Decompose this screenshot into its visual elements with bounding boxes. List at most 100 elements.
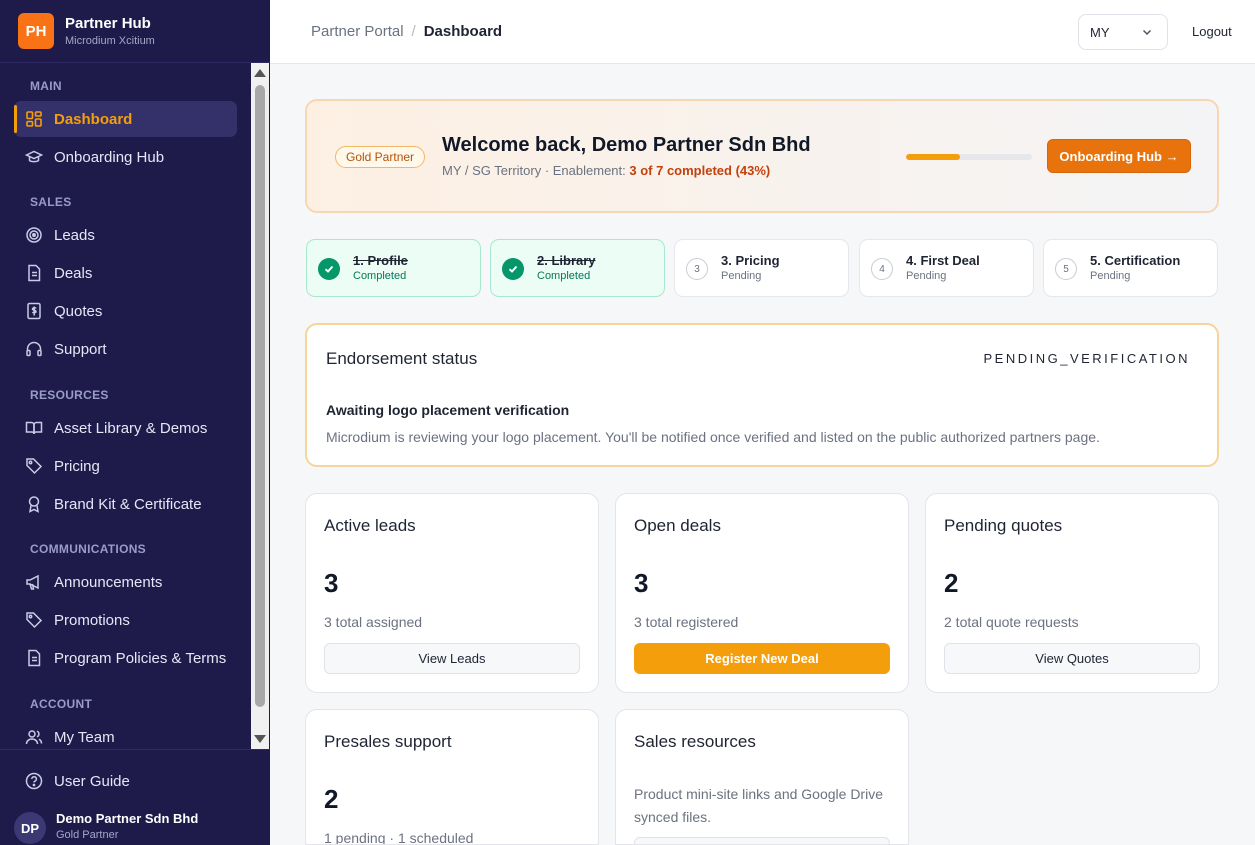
avatar[interactable]: DP xyxy=(14,812,46,844)
step-status: Pending xyxy=(721,270,762,282)
step-title: 1. Profile xyxy=(353,253,408,268)
sidebar-item-program-policies[interactable]: Program Policies & Terms xyxy=(14,640,237,676)
card-title: Sales resources xyxy=(634,732,756,751)
dollar-receipt-icon xyxy=(24,301,44,321)
card-count: 3 xyxy=(634,568,649,598)
scroll-down-arrow-icon[interactable] xyxy=(254,735,266,743)
region-value: MY xyxy=(1090,24,1110,40)
sidebar-item-label: Program Policies & Terms xyxy=(54,649,227,667)
card-title: Open deals xyxy=(634,516,721,535)
award-icon xyxy=(24,494,44,514)
sidebar-item-deals[interactable]: Deals xyxy=(14,255,237,291)
sidebar-footer: User Guide DP Demo Partner Sdn Bhd Gold … xyxy=(0,749,270,845)
sidebar-item-dashboard[interactable]: Dashboard xyxy=(14,101,237,137)
welcome-title: Welcome back, Demo Partner Sdn Bhd xyxy=(442,134,811,156)
breadcrumb-current: Dashboard xyxy=(423,23,503,40)
sidebar-item-pricing[interactable]: Pricing xyxy=(14,448,237,484)
step-status: Completed xyxy=(537,270,591,282)
breadcrumb-separator: / xyxy=(411,23,416,40)
sidebar: PH Partner Hub Microdium Xcitium MAIN Da… xyxy=(0,0,270,845)
sales-resources-card: Sales resources Product mini-site links … xyxy=(615,709,909,845)
section-communications: COMMUNICATIONS xyxy=(30,542,146,556)
top-bar: Partner Portal / Dashboard MY Logout xyxy=(270,0,1255,64)
welcome-subtitle: MY / SG Territory · Enablement: 3 of 7 c… xyxy=(442,163,770,178)
card-description: Product mini-site links and Google Drive… xyxy=(634,786,883,825)
document-icon xyxy=(24,648,44,668)
endorsement-title: Endorsement status xyxy=(326,349,478,368)
document-icon xyxy=(24,263,44,283)
card-subtitle: 2 total quote requests xyxy=(944,614,1079,630)
scroll-up-arrow-icon[interactable] xyxy=(254,69,266,77)
brand-logo: PH xyxy=(18,13,54,49)
view-quotes-button[interactable]: View Quotes xyxy=(944,643,1200,674)
welcome-banner: Gold Partner Welcome back, Demo Partner … xyxy=(305,99,1219,213)
active-leads-card: Active leads 3 3 total assigned View Lea… xyxy=(305,493,599,693)
onboarding-step-pricing[interactable]: 3 3. Pricing Pending xyxy=(674,239,849,297)
check-icon xyxy=(502,258,524,280)
sidebar-item-my-team[interactable]: My Team xyxy=(14,719,237,749)
partner-tier-badge: Gold Partner xyxy=(335,146,426,168)
sales-resources-button[interactable] xyxy=(634,837,890,844)
section-resources: RESOURCES xyxy=(30,388,109,402)
card-count: 3 xyxy=(324,568,339,598)
user-guide-link[interactable]: User Guide xyxy=(14,763,237,799)
logout-button[interactable]: Logout xyxy=(1192,24,1232,39)
user-guide-label: User Guide xyxy=(54,772,130,790)
step-title: 4. First Deal xyxy=(906,253,980,268)
endorsement-heading: Awaiting logo placement verification xyxy=(326,402,570,418)
sidebar-item-leads[interactable]: Leads xyxy=(14,217,237,253)
sidebar-item-label: Onboarding Hub xyxy=(54,148,165,166)
help-circle-icon xyxy=(24,771,44,791)
onboarding-step-certification[interactable]: 5 5. Certification Pending xyxy=(1043,239,1218,297)
sidebar-item-announcements[interactable]: Announcements xyxy=(14,564,237,600)
presales-support-card: Presales support 2 1 pending · 1 schedul… xyxy=(305,709,599,845)
card-subtitle: 3 total registered xyxy=(634,614,739,630)
sidebar-item-label: Quotes xyxy=(54,302,103,320)
onboarding-step-first-deal[interactable]: 4 4. First Deal Pending xyxy=(859,239,1034,297)
sidebar-item-label: Leads xyxy=(54,226,95,244)
view-leads-button[interactable]: View Leads xyxy=(324,643,580,674)
sidebar-item-onboarding-hub[interactable]: Onboarding Hub xyxy=(14,139,237,175)
section-account: ACCOUNT xyxy=(30,697,93,711)
onboarding-step-library[interactable]: 2. Library Completed xyxy=(490,239,665,297)
region-select[interactable]: MY xyxy=(1078,14,1168,50)
step-status: Completed xyxy=(353,270,407,282)
card-subtitle: 1 pending · 1 scheduled xyxy=(324,830,474,845)
sidebar-item-label: Pricing xyxy=(54,457,100,475)
step-number: 4 xyxy=(871,258,893,280)
users-icon xyxy=(24,727,44,747)
enablement-progress-bar xyxy=(906,154,1032,160)
sidebar-item-quotes[interactable]: Quotes xyxy=(14,293,237,329)
sidebar-nav: MAIN Dashboard Onboarding Hub SALES Lead… xyxy=(0,63,270,749)
step-title: 5. Certification xyxy=(1090,253,1181,268)
sidebar-item-label: Brand Kit & Certificate xyxy=(54,495,202,513)
endorsement-status-card: Endorsement status PENDING_VERIFICATION … xyxy=(305,323,1219,467)
sidebar-item-brand-kit[interactable]: Brand Kit & Certificate xyxy=(14,486,237,522)
sidebar-item-support[interactable]: Support xyxy=(14,331,237,367)
endorsement-description: Microdium is reviewing your logo placeme… xyxy=(326,429,1100,445)
sidebar-item-label: Deals xyxy=(54,264,93,282)
sidebar-item-asset-library[interactable]: Asset Library & Demos xyxy=(14,410,237,446)
sidebar-item-label: Support xyxy=(54,340,107,358)
onboarding-step-profile[interactable]: 1. Profile Completed xyxy=(306,239,481,297)
brand-subtitle: Microdium Xcitium xyxy=(65,35,155,47)
register-new-deal-button[interactable]: Register New Deal xyxy=(634,643,890,674)
breadcrumb-root[interactable]: Partner Portal xyxy=(311,23,404,40)
brand-title: Partner Hub xyxy=(65,15,151,32)
tag-icon xyxy=(24,456,44,476)
enablement-progress-fill xyxy=(906,154,961,160)
section-sales: SALES xyxy=(30,195,72,209)
scrollbar-thumb[interactable] xyxy=(255,85,265,707)
dashboard-icon xyxy=(24,109,44,129)
megaphone-icon xyxy=(24,572,44,592)
card-title: Pending quotes xyxy=(944,516,1063,535)
sidebar-item-label: Announcements xyxy=(54,573,163,591)
sidebar-item-promotions[interactable]: Promotions xyxy=(14,602,237,638)
card-subtitle: 3 total assigned xyxy=(324,614,423,630)
target-icon xyxy=(24,225,44,245)
sidebar-scrollbar[interactable] xyxy=(251,63,269,749)
open-deals-card: Open deals 3 3 total registered Register… xyxy=(615,493,909,693)
onboarding-hub-button[interactable]: Onboarding Hub → xyxy=(1047,139,1191,173)
section-main: MAIN xyxy=(30,79,62,93)
card-count: 2 xyxy=(944,568,959,598)
